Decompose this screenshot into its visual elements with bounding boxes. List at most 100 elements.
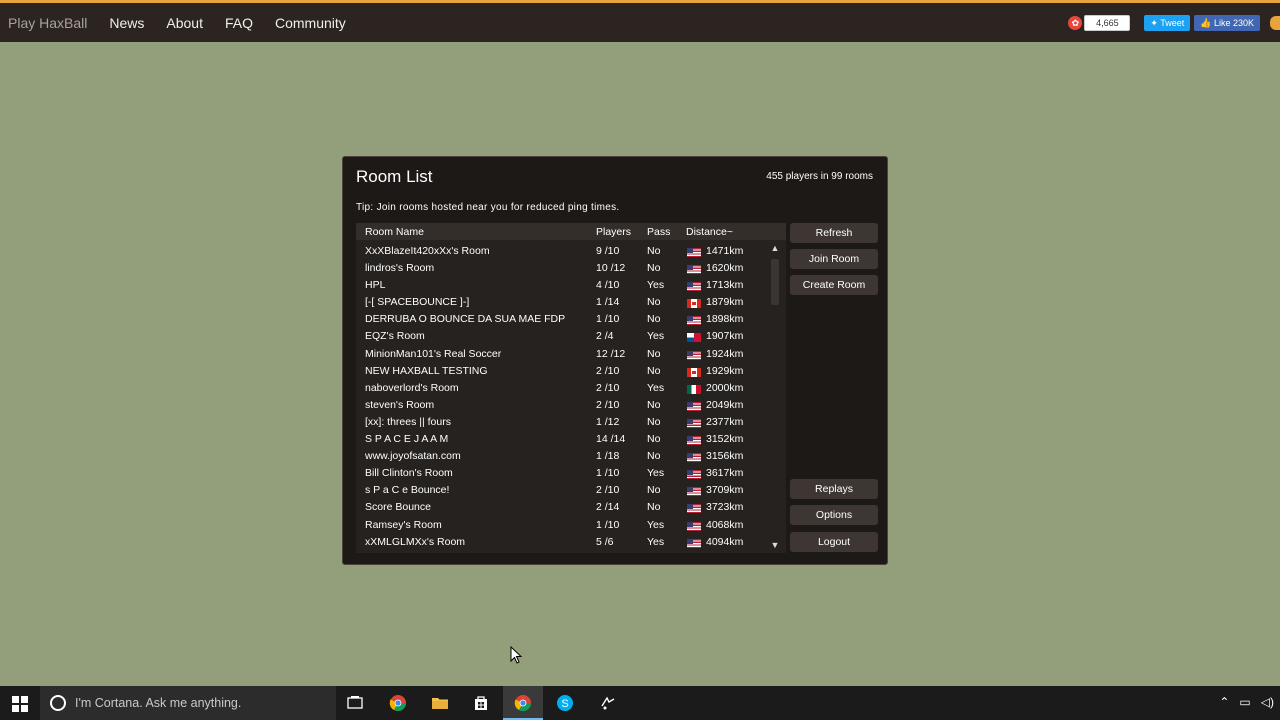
nav-link-about[interactable]: About [166,15,203,31]
room-players: 2 /14 [596,501,620,514]
cortana-placeholder: I'm Cortana. Ask me anything. [75,696,242,710]
room-row[interactable]: xXMLGLMXx's Room 5 /6 Yes 4094km [356,533,771,550]
room-distance: 3723km [706,501,744,514]
room-pass: No [647,296,661,309]
room-row[interactable]: DERRUBA O BOUNCE DA SUA MAE FDP 1 /10 No 18… [356,310,771,327]
room-distance: 4068km [706,518,744,531]
nav-link-faq[interactable]: FAQ [225,15,253,31]
room-row[interactable]: steven's Room 2 /10 No 2049km [356,396,771,413]
skype-icon[interactable]: S [556,694,574,712]
country-flag-icon [687,316,701,326]
room-row[interactable]: Score Bounce 2 /14 No 3723km [356,498,771,515]
room-row[interactable]: www.joyofsatan.com 1 /18 No 3156km [356,447,771,464]
room-players: 2 /10 [596,381,620,394]
room-row[interactable]: naboverlord's Room 2 /10 Yes 2000km [356,379,771,396]
room-distance: 1879km [706,296,744,309]
scroll-down-icon[interactable]: ▼ [768,539,782,551]
nav-brand-link[interactable]: Play HaxBall [8,15,87,31]
country-flag-icon [687,470,701,480]
room-players: 4 /10 [596,279,620,292]
room-row[interactable]: NEW HAXBALL TESTING 2 /10 No 1929km [356,362,771,379]
chrome-icon[interactable] [389,694,407,712]
room-players: 14 /14 [596,433,626,446]
room-players: 1 /18 [596,450,620,463]
room-row[interactable]: MinionMan101's Real Soccer 12 /12 No 1924km [356,345,771,362]
like-label: Like 230K [1213,18,1254,28]
nav-link-community[interactable]: Community [275,15,346,31]
room-distance: 1471km [706,245,744,257]
room-name: www.joyofsatan.com [365,450,461,463]
room-distance: 2049km [706,398,744,411]
room-name: MinionMan101's Real Soccer [365,347,502,360]
room-row[interactable]: Bill Clinton's Room 1 /10 Yes 3617km [356,464,771,481]
country-flag-icon [687,418,701,428]
replays-button[interactable]: Replays [790,479,878,499]
stumbleupon-icon[interactable]: ✿ [1068,16,1083,30]
store-icon[interactable] [472,694,490,712]
country-flag-icon [687,538,701,548]
room-rows: XxXBlazeIt420xXx's Room 9 /10 No 1471km lind… [356,242,771,552]
room-pass: No [647,245,661,257]
twitter-bird-icon: ✦ [1150,18,1161,28]
col-room-name[interactable]: Room Name [365,226,424,238]
room-name: Bill Clinton's Room [365,467,453,480]
room-pass: Yes [647,381,665,394]
room-row[interactable]: S P A C E J A A M 14 /14 No 3152km [356,430,771,447]
room-row[interactable]: [xx]: threes || fours 1 /12 No 2377km [356,413,771,430]
country-flag-icon [687,487,701,497]
facebook-like-button[interactable]: 👍 Like 230K [1194,15,1260,31]
room-distance: 2000km [706,381,744,394]
room-distance: 2377km [706,415,744,428]
tip-text: Tip: Join rooms hosted near you for redu… [356,202,620,213]
network-icon[interactable]: ▭ [1239,695,1250,709]
room-name: lindros's Room [365,262,435,275]
tray-chevron-up-icon[interactable]: ⌃ [1219,695,1229,709]
create-room-button[interactable]: Create Room [790,275,878,295]
col-players[interactable]: Players [596,226,631,238]
file-explorer-icon[interactable] [431,694,449,712]
room-players: 2 /10 [596,398,620,411]
tweet-label: Tweet [1160,18,1185,28]
room-players: 2 /10 [596,484,620,497]
room-row[interactable]: s P a C e Bounce! 2 /10 No 3709km [356,481,771,498]
room-row[interactable]: Ramsey's Room 1 /10 Yes 4068km [356,516,771,533]
chrome-active-icon[interactable] [514,694,532,712]
country-flag-icon [687,504,701,514]
col-pass[interactable]: Pass [647,226,670,238]
room-row[interactable]: EQZ's Room 2 /4 Yes 1907km [356,327,771,344]
scroll-up-icon[interactable]: ▲ [768,242,782,254]
room-distance: 1713km [706,279,744,292]
edge-tab-icon [1270,16,1280,30]
tweet-button[interactable]: ✦ Tweet [1144,15,1191,31]
join-room-button[interactable]: Join Room [790,249,878,269]
refresh-button[interactable]: Refresh [790,223,878,243]
cortana-search-box[interactable]: I'm Cortana. Ask me anything. [40,686,336,720]
logout-button[interactable]: Logout [790,532,878,552]
room-pass: No [647,484,661,497]
room-players: 1 /12 [596,415,620,428]
room-distance: 1924km [706,347,744,360]
room-row[interactable]: XxXBlazeIt420xXx's Room 9 /10 No 1471km [356,242,771,259]
col-distance[interactable]: Distance~ [686,226,733,238]
cortana-icon [50,695,66,711]
room-name: S P A C E J A A M [365,433,449,446]
room-distance: 1620km [706,262,744,275]
room-pass: Yes [647,518,665,531]
room-row[interactable]: HPL 4 /10 Yes 1713km [356,276,771,293]
country-flag-icon [687,367,701,377]
country-flag-icon [687,453,701,463]
room-name: Ramsey's Room [365,518,442,531]
volume-icon[interactable]: ◁) [1261,695,1274,709]
room-pass: No [647,313,661,326]
task-view-icon[interactable] [346,694,364,712]
room-list-scrollbar[interactable]: ▲ ▼ [768,242,782,551]
windows-start-icon[interactable] [12,696,28,712]
app-icon[interactable] [599,694,617,712]
scroll-thumb[interactable] [771,259,779,305]
nav-link-news[interactable]: News [109,15,144,31]
room-row[interactable]: lindros's Room 10 /12 No 1620km [356,259,771,276]
room-row[interactable]: [-[ SPACEBOUNCE ]-] 1 /14 No 1879km [356,293,771,310]
options-button[interactable]: Options [790,505,878,525]
country-flag-icon [687,436,701,446]
country-flag-icon [687,282,701,292]
